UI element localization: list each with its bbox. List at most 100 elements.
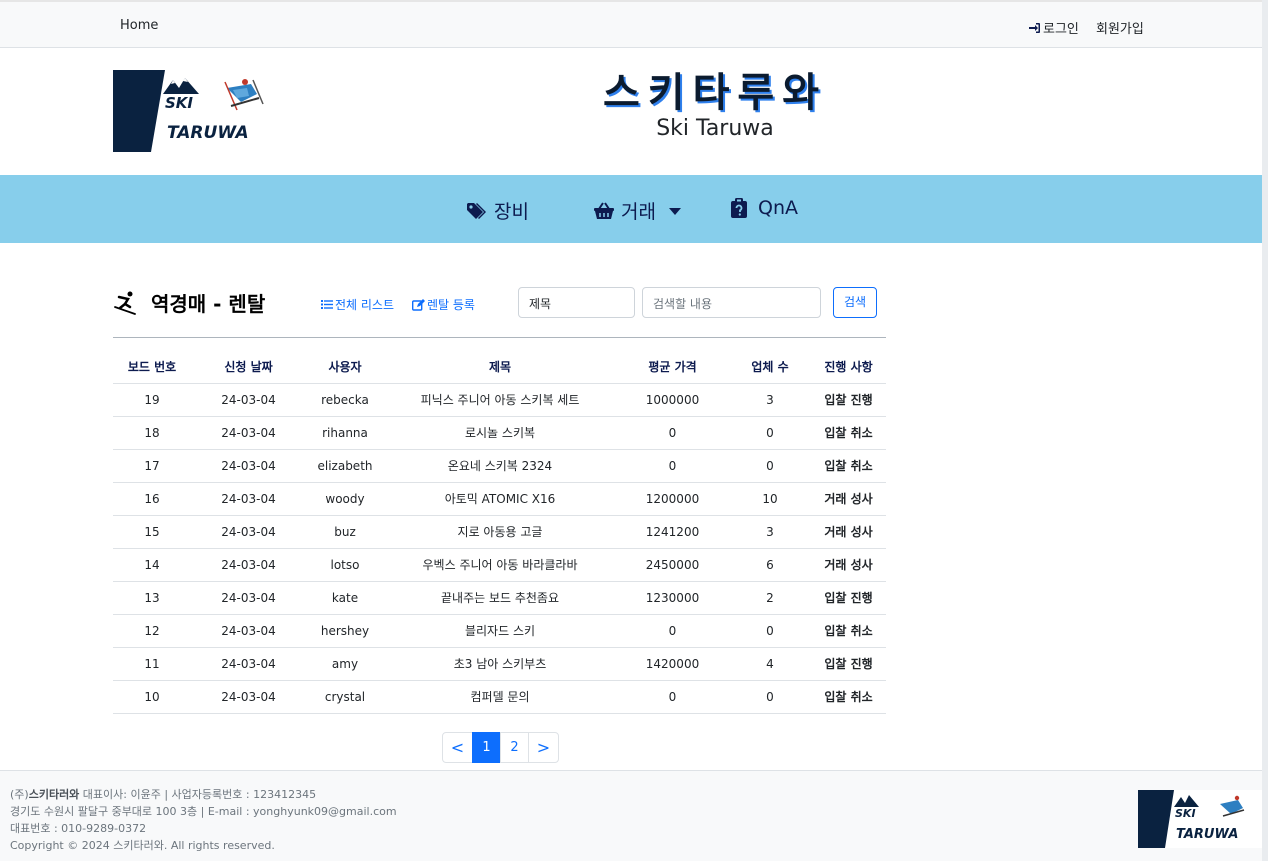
cell-status: 거래 성사: [811, 515, 886, 549]
column-header-user: 사용자: [306, 351, 384, 384]
table-row[interactable]: 15 24-03-04 buz 지로 아동용 고글 1241200 3 거래 성사: [113, 515, 886, 549]
table-body: 19 24-03-04 rebecka 피닉스 주니어 아동 스키복 세트 100000…: [113, 383, 886, 714]
cell-title-link[interactable]: 끝내주는 보드 추천좀요: [384, 581, 616, 615]
cell-board-no: 11: [113, 647, 191, 681]
table-row[interactable]: 11 24-03-04 amy 초3 남아 스키부츠 1420000 4 입찰 진행: [113, 647, 886, 681]
footer: (주)스키타러와 대표이사: 이윤주 | 사업자등록번호 : 123412345…: [0, 770, 1262, 861]
nav-label-equipment: 장비: [494, 201, 529, 223]
cell-title-link[interactable]: 컴퍼델 문의: [384, 680, 616, 714]
board-title-text: 역경매 - 렌탈: [151, 292, 266, 316]
board-title: 역경매 - 렌탈: [113, 288, 265, 317]
svg-text:TARUWA: TARUWA: [1176, 827, 1238, 842]
table-row[interactable]: 10 24-03-04 crystal 컴퍼델 문의 0 0 입찰 취소: [113, 680, 886, 714]
cell-board-no: 13: [113, 581, 191, 615]
sign-in-icon: [1029, 22, 1040, 33]
cell-date: 24-03-04: [191, 680, 306, 714]
basket-icon: [594, 201, 614, 219]
logo-text-taruwa: TARUWA: [167, 123, 249, 143]
nav-item-equipment[interactable]: 장비: [466, 197, 529, 224]
search-button[interactable]: 검색: [833, 287, 877, 318]
svg-text:SKI: SKI: [1175, 807, 1196, 820]
cell-title-link[interactable]: 초3 남아 스키부츠: [384, 647, 616, 681]
tags-icon: [467, 202, 486, 219]
cell-avg-price: 2450000: [616, 548, 729, 582]
cell-date: 24-03-04: [191, 383, 306, 417]
cell-user: amy: [306, 647, 384, 681]
site-title: 스키타루와: [603, 70, 827, 116]
column-header-title: 제목: [384, 351, 616, 384]
footer-logo[interactable]: SKI TARUWA: [1138, 790, 1262, 848]
cell-avg-price: 1000000: [616, 383, 729, 417]
cell-avg-price: 1241200: [616, 515, 729, 549]
table-row[interactable]: 14 24-03-04 lotso 우벡스 주니어 아동 바라클라바 2450000 6 거…: [113, 548, 886, 582]
rental-register-link[interactable]: 렌탈 등록: [412, 296, 475, 313]
nav-item-qna[interactable]: QnA: [730, 197, 798, 219]
cell-date: 24-03-04: [191, 581, 306, 615]
cell-vendor-count: 0: [729, 680, 811, 714]
cell-user: elizabeth: [306, 449, 384, 483]
footer-line-phone: 대표번호 : 010-9289-0372: [10, 822, 147, 835]
cell-status: 입찰 진행: [811, 581, 886, 615]
table-row[interactable]: 13 24-03-04 kate 끝내주는 보드 추천좀요 1230000 2 입찰 진행: [113, 581, 886, 615]
edit-icon: [412, 298, 425, 311]
rental-board-table: 보드 번호 신청 날짜 사용자 제목 평균 가격 업체 수 진행 사항 19 24…: [113, 351, 886, 714]
footer-copyright: Copyright © 2024 스키타러와. All rights reser…: [10, 839, 275, 852]
cell-status: 입찰 진행: [811, 383, 886, 417]
cell-date: 24-03-04: [191, 515, 306, 549]
cell-board-no: 17: [113, 449, 191, 483]
table-row[interactable]: 18 24-03-04 rihanna 로시놀 스키복 0 0 입찰 취소: [113, 416, 886, 450]
search-input[interactable]: 검색할 내용: [642, 287, 821, 318]
column-header-vendor-count: 업체 수: [729, 351, 811, 384]
cell-title-link[interactable]: 온요네 스키복 2324: [384, 449, 616, 483]
cell-user: rebecka: [306, 383, 384, 417]
cell-vendor-count: 0: [729, 416, 811, 450]
page-button-1[interactable]: 1: [472, 732, 501, 763]
board-header: 역경매 - 렌탈 전체 리스트 렌탈 등록 제목 검색할 내용 검색: [113, 286, 886, 338]
table-row[interactable]: 19 24-03-04 rebecka 피닉스 주니어 아동 스키복 세트 100000…: [113, 383, 886, 417]
table-row[interactable]: 16 24-03-04 woody 아토믹 ATOMIC X16 1200000 10 거래…: [113, 482, 886, 516]
cell-status: 입찰 취소: [811, 449, 886, 483]
cell-avg-price: 1420000: [616, 647, 729, 681]
page-scrollbar[interactable]: [1262, 0, 1268, 861]
column-header-avg-price: 평균 가격: [616, 351, 729, 384]
cell-title-link[interactable]: 블리자드 스키: [384, 614, 616, 648]
site-logo[interactable]: SKI TARUWA: [113, 70, 275, 152]
skier-figure: [224, 79, 264, 111]
full-list-label: 전체 리스트: [335, 298, 395, 312]
cell-title-link[interactable]: 피닉스 주니어 아동 스키복 세트: [384, 383, 616, 417]
cell-avg-price: 0: [616, 680, 729, 714]
cell-user: rihanna: [306, 416, 384, 450]
cell-title-link[interactable]: 로시놀 스키복: [384, 416, 616, 450]
footer-info: (주)스키타러와 대표이사: 이윤주 | 사업자등록번호 : 123412345…: [10, 786, 397, 854]
main-nav: 장비 거래 QnA: [0, 175, 1262, 243]
signup-link[interactable]: 회원가입: [1096, 18, 1144, 37]
nav-item-trade[interactable]: 거래: [593, 197, 682, 224]
cell-user: kate: [306, 581, 384, 615]
cell-board-no: 10: [113, 680, 191, 714]
footer-line-company: (주)스키타러와 대표이사: 이윤주 | 사업자등록번호 : 123412345: [10, 788, 317, 801]
cell-title-link[interactable]: 지로 아동용 고글: [384, 515, 616, 549]
cell-board-no: 12: [113, 614, 191, 648]
cell-date: 24-03-04: [191, 548, 306, 582]
search-field-select[interactable]: 제목: [518, 287, 635, 318]
cell-board-no: 19: [113, 383, 191, 417]
cell-board-no: 15: [113, 515, 191, 549]
cell-board-no: 16: [113, 482, 191, 516]
cell-vendor-count: 0: [729, 449, 811, 483]
cell-title-link[interactable]: 아토믹 ATOMIC X16: [384, 482, 616, 516]
login-label: 로그인: [1043, 22, 1079, 37]
cell-title-link[interactable]: 우벡스 주니어 아동 바라클라바: [384, 548, 616, 582]
full-list-link[interactable]: 전체 리스트: [321, 296, 394, 313]
table-row[interactable]: 12 24-03-04 hershey 블리자드 스키 0 0 입찰 취소: [113, 614, 886, 648]
cell-date: 24-03-04: [191, 416, 306, 450]
page-button-2[interactable]: 2: [500, 732, 529, 763]
cell-user: woody: [306, 482, 384, 516]
login-link[interactable]: 로그인: [1028, 18, 1079, 37]
next-page-button[interactable]: >: [528, 732, 559, 763]
table-header-row: 보드 번호 신청 날짜 사용자 제목 평균 가격 업체 수 진행 사항: [113, 351, 886, 384]
site-subtitle: Ski Taruwa: [656, 116, 774, 141]
home-link[interactable]: Home: [120, 18, 158, 33]
cell-avg-price: 1200000: [616, 482, 729, 516]
table-row[interactable]: 17 24-03-04 elizabeth 온요네 스키복 2324 0 0 입찰 취소: [113, 449, 886, 483]
prev-page-button[interactable]: <: [442, 732, 473, 763]
